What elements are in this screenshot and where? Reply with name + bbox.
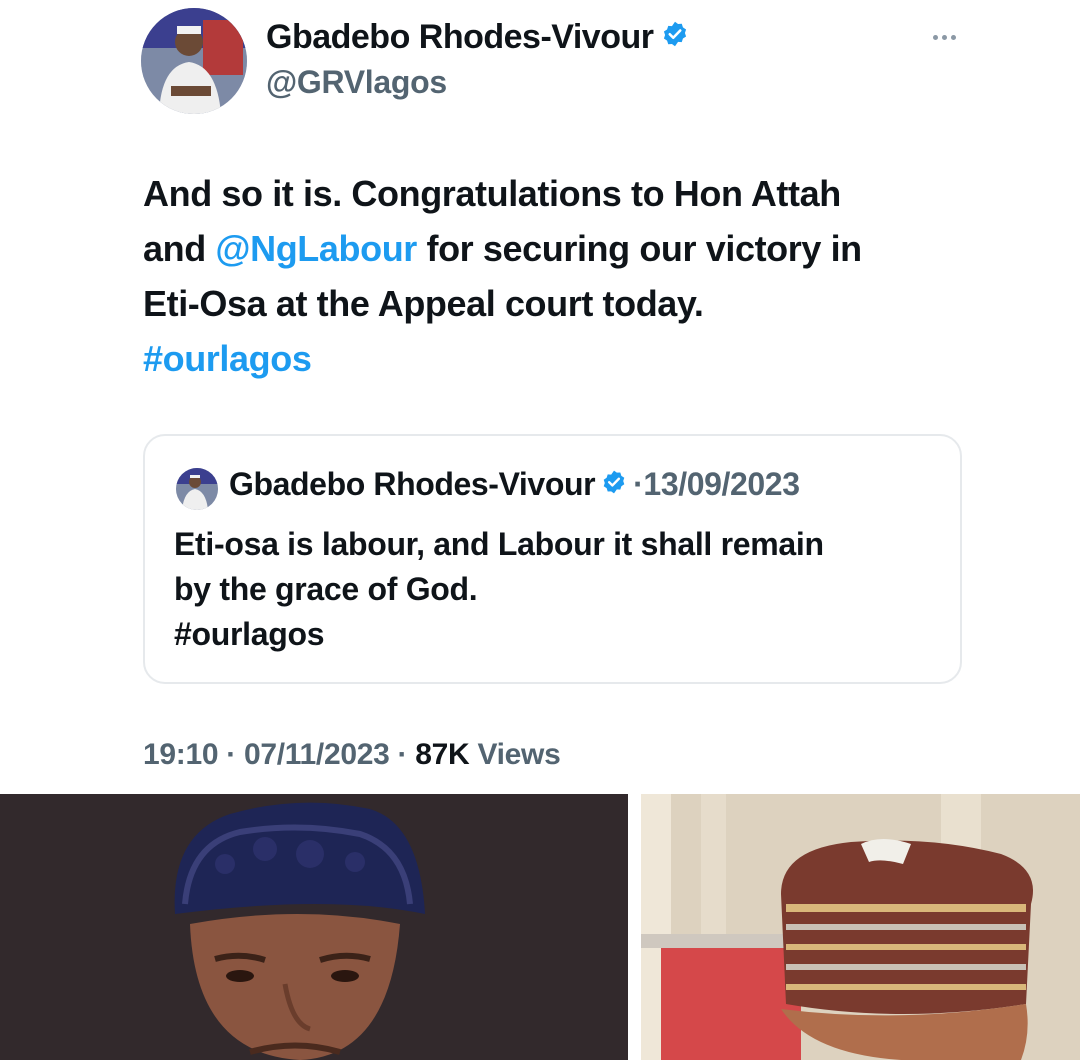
author-avatar[interactable]: [141, 8, 247, 114]
hashtag-link[interactable]: #ourlagos: [143, 331, 973, 386]
quote-text-line: by the grace of God.: [174, 571, 478, 607]
author-display-name[interactable]: Gbadebo Rhodes-Vivour: [266, 18, 654, 57]
quote-date: ·13/09/2023: [633, 466, 800, 502]
meta-separator: ·: [389, 738, 416, 771]
quote-text-line: #ourlagos: [174, 616, 325, 652]
quote-text-line: Eti-osa is labour, and Labour it shall r…: [174, 526, 824, 562]
quote-author-avatar: [176, 468, 218, 510]
author-handle[interactable]: @GRVlagos: [266, 64, 447, 101]
tweet-text-line: Eti-Osa at the Appeal court today.: [143, 283, 704, 324]
tweet-date[interactable]: 07/11/2023: [244, 738, 390, 771]
views-label: Views: [477, 738, 561, 771]
views-count: 87K: [415, 738, 470, 771]
verified-badge-icon: [661, 18, 689, 57]
tweet-text-line: And so it is. Congratulations to Hon Att…: [143, 173, 841, 214]
tweet-text-line: and @NgLabour for securing our victory i…: [143, 221, 973, 276]
tweet-meta: 19:10 · 07/11/2023 · 87K Views: [143, 738, 561, 772]
quote-author-name: Gbadebo Rhodes-Vivour: [229, 466, 596, 502]
mention-link[interactable]: @NgLabour: [215, 228, 417, 269]
tweet-time[interactable]: 19:10: [143, 738, 219, 771]
more-options-icon[interactable]: [922, 22, 966, 52]
quote-header: Gbadebo Rhodes-Vivour ·13/09/2023: [229, 466, 800, 503]
author-name-row[interactable]: Gbadebo Rhodes-Vivour: [266, 18, 689, 57]
tweet-text: And so it is. Congratulations to Hon Att…: [143, 166, 973, 386]
photo-right: [641, 794, 1080, 1060]
tweet-card: Gbadebo Rhodes-Vivour @GRVlagos And so i…: [0, 0, 1080, 790]
tweet-text-fragment: and: [143, 228, 216, 269]
photo-left: [0, 794, 628, 1060]
quote-text: Eti-osa is labour, and Labour it shall r…: [174, 522, 934, 657]
photo-divider: [628, 794, 641, 1060]
tweet-text-fragment: for securing our victory in: [416, 228, 862, 269]
meta-separator: ·: [218, 738, 244, 771]
verified-badge-icon: [601, 466, 627, 503]
quoted-tweet[interactable]: Gbadebo Rhodes-Vivour ·13/09/2023 Eti-os…: [143, 434, 962, 684]
